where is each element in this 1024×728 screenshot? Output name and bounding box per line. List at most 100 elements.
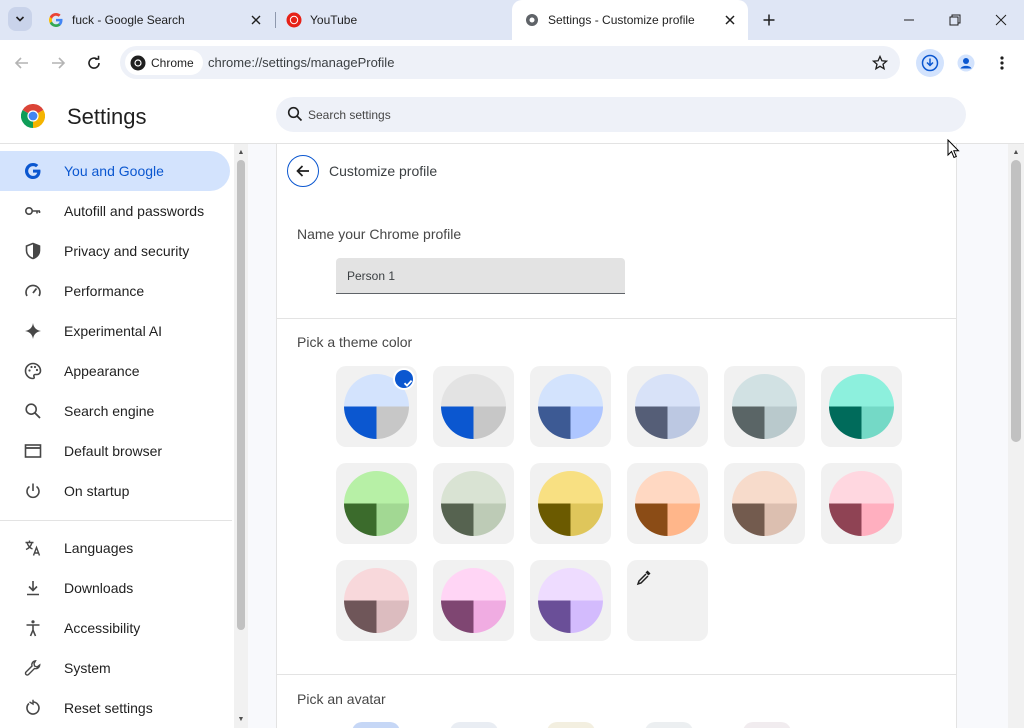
theme-color-swatch[interactable] — [821, 463, 902, 544]
custom-color-button[interactable] — [627, 560, 708, 641]
tab-search-dropdown-button[interactable] — [8, 7, 32, 31]
mouse-cursor-icon — [947, 139, 960, 159]
back-button[interactable] — [8, 49, 36, 77]
theme-color-swatch[interactable] — [433, 366, 514, 447]
customize-profile-card: Customize profile Name your Chrome profi… — [276, 144, 957, 728]
new-tab-button[interactable] — [758, 9, 780, 31]
sidebar-item-performance[interactable]: Performance — [0, 271, 230, 311]
sidebar-item-downloads[interactable]: Downloads — [0, 568, 230, 608]
avatar-option[interactable] — [352, 722, 400, 728]
scroll-up-arrow-icon[interactable]: ▲ — [234, 146, 248, 158]
theme-color-swatch[interactable] — [627, 366, 708, 447]
theme-color-swatch[interactable] — [433, 463, 514, 544]
kebab-menu-icon — [1000, 56, 1004, 70]
scroll-down-arrow-icon[interactable]: ▼ — [234, 713, 248, 725]
restore-button[interactable] — [932, 0, 978, 40]
close-icon — [995, 14, 1007, 26]
sidebar-item-search-engine[interactable]: Search engine — [0, 391, 230, 431]
sidebar-item-label: Performance — [64, 283, 145, 299]
close-tab-button[interactable] — [248, 12, 264, 28]
bookmark-button[interactable] — [868, 51, 892, 75]
arrow-left-icon — [14, 57, 28, 69]
google-g-icon — [24, 162, 42, 180]
reload-button[interactable] — [80, 49, 108, 77]
eyedropper-icon — [636, 570, 651, 586]
sidebar-item-label: Search engine — [64, 403, 155, 419]
back-button[interactable] — [287, 155, 319, 187]
sidebar-item-label: You and Google — [64, 163, 164, 179]
chevron-down-icon — [15, 16, 25, 22]
arrow-right-icon — [52, 57, 66, 69]
sidebar-item-system[interactable]: System — [0, 648, 230, 688]
minimize-button[interactable] — [886, 0, 932, 40]
download-icon — [24, 579, 42, 597]
sidebar-item-on-startup[interactable]: On startup — [0, 471, 230, 511]
site-info-chip[interactable]: Chrome — [125, 50, 203, 75]
theme-color-circle — [441, 568, 506, 633]
scroll-up-arrow-icon[interactable]: ▲ — [1008, 146, 1024, 158]
profile-button[interactable] — [952, 49, 980, 77]
sidebar-item-default-browser[interactable]: Default browser — [0, 431, 230, 471]
site-chip-label: Chrome — [151, 55, 194, 70]
restore-icon — [949, 14, 961, 26]
sidebar-item-languages[interactable]: Languages — [0, 528, 230, 568]
sidebar-item-privacy[interactable]: Privacy and security — [0, 231, 230, 271]
avatar-option[interactable] — [743, 722, 791, 728]
accessibility-icon — [24, 619, 42, 637]
theme-color-swatch[interactable] — [627, 463, 708, 544]
shield-icon — [24, 242, 42, 260]
theme-color-swatch[interactable] — [821, 366, 902, 447]
sidebar-item-label: Languages — [64, 540, 134, 556]
theme-color-swatch[interactable] — [530, 560, 611, 641]
theme-color-swatch[interactable] — [530, 463, 611, 544]
url-text[interactable]: chrome://settings/manageProfile — [208, 55, 394, 70]
sidebar-item-reset-settings[interactable]: Reset settings — [0, 688, 230, 728]
profile-name-label: Name your Chrome profile — [297, 226, 462, 242]
sidebar-item-experimental-ai[interactable]: Experimental AI — [0, 311, 230, 351]
chrome-logo-icon — [21, 104, 45, 128]
settings-gear-icon — [524, 12, 540, 28]
plus-icon — [763, 14, 775, 26]
avatar-option[interactable] — [645, 722, 693, 728]
theme-color-swatch[interactable] — [336, 560, 417, 641]
power-icon — [24, 482, 42, 500]
close-icon — [725, 15, 735, 25]
tab-youtube[interactable]: YouTube — [276, 0, 512, 40]
sidebar-item-appearance[interactable]: Appearance — [0, 351, 230, 391]
search-settings-box[interactable] — [276, 97, 966, 132]
theme-color-swatch[interactable] — [433, 560, 514, 641]
sidebar-scrollbar-thumb[interactable] — [237, 160, 245, 630]
close-window-button[interactable] — [978, 0, 1024, 40]
avatar-option[interactable] — [450, 722, 498, 728]
sidebar-item-label: System — [64, 660, 111, 676]
sidebar-item-autofill[interactable]: Autofill and passwords — [0, 191, 230, 231]
arrow-left-icon — [296, 165, 309, 177]
theme-color-swatch[interactable] — [336, 463, 417, 544]
address-bar[interactable]: Chrome chrome://settings/manageProfile — [120, 46, 900, 79]
theme-color-swatch[interactable] — [336, 366, 417, 447]
theme-color-swatch[interactable] — [724, 463, 805, 544]
tab-title: Settings - Customize profile — [548, 13, 695, 27]
sidebar-item-you-and-google[interactable]: You and Google — [0, 151, 230, 191]
download-icon — [921, 54, 939, 72]
forward-button[interactable] — [44, 49, 72, 77]
tab-google-search[interactable]: fuck - Google Search — [38, 0, 274, 40]
theme-color-circle — [441, 471, 506, 536]
profile-name-input[interactable] — [336, 258, 625, 294]
sidebar-divider — [0, 520, 232, 521]
search-icon — [287, 106, 303, 122]
page-scrollbar-thumb[interactable] — [1011, 160, 1021, 442]
sparkle-icon — [24, 322, 42, 340]
downloads-button[interactable] — [916, 49, 944, 77]
settings-title: Settings — [67, 104, 147, 129]
browser-window-icon — [24, 442, 42, 460]
menu-button[interactable] — [988, 49, 1016, 77]
theme-color-swatch[interactable] — [530, 366, 611, 447]
close-tab-button[interactable] — [722, 12, 738, 28]
theme-color-swatch[interactable] — [724, 366, 805, 447]
key-icon — [24, 202, 42, 220]
tab-settings[interactable]: Settings - Customize profile — [512, 0, 748, 40]
sidebar-item-accessibility[interactable]: Accessibility — [0, 608, 230, 648]
avatar-option[interactable] — [547, 722, 595, 728]
search-input[interactable] — [308, 105, 908, 125]
